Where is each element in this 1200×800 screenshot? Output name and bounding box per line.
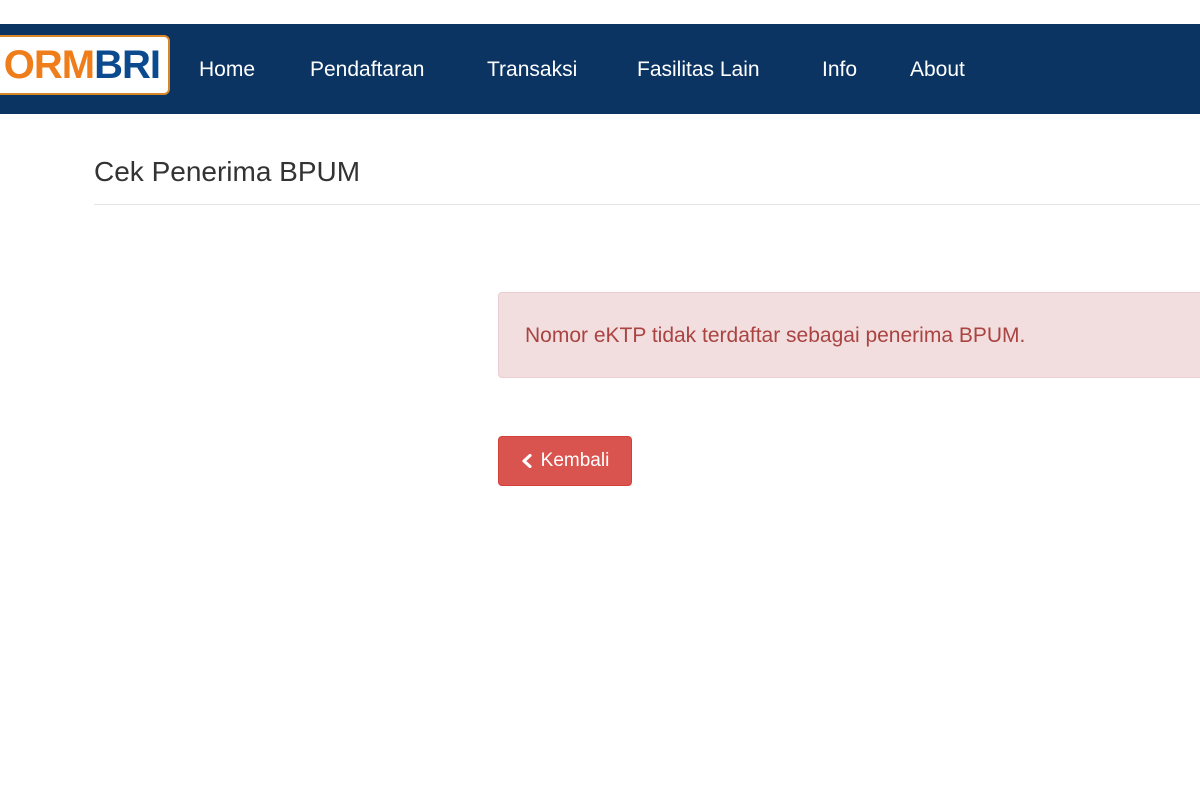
- logo-text-blue: BRI: [94, 43, 161, 87]
- chevron-left-icon: [522, 454, 532, 468]
- nav-item-pendaftaran[interactable]: Pendaftaran: [310, 58, 424, 82]
- alert-message: Nomor eKTP tidak terdaftar sebagai pener…: [525, 324, 1026, 347]
- back-button[interactable]: Kembali: [498, 436, 632, 486]
- page-title: Cek Penerima BPUM: [94, 156, 361, 187]
- nav-item-transaksi[interactable]: Transaksi: [487, 58, 577, 82]
- back-button-label: Kembali: [540, 450, 610, 471]
- logo-text-orange: ORM: [3, 43, 95, 87]
- error-alert: Nomor eKTP tidak terdaftar sebagai pener…: [498, 292, 1200, 378]
- nav-item-about[interactable]: About: [910, 58, 965, 82]
- top-strip: [0, 0, 1200, 24]
- navbar: ORM BRI Home Pendaftaran Transaksi Fasili…: [0, 24, 1200, 114]
- nav-item-info[interactable]: Info: [822, 58, 857, 82]
- title-divider: [94, 204, 1200, 205]
- nav-item-home[interactable]: Home: [199, 58, 255, 82]
- logo[interactable]: ORM BRI: [0, 37, 168, 93]
- nav-item-fasilitas-lain[interactable]: Fasilitas Lain: [637, 58, 760, 82]
